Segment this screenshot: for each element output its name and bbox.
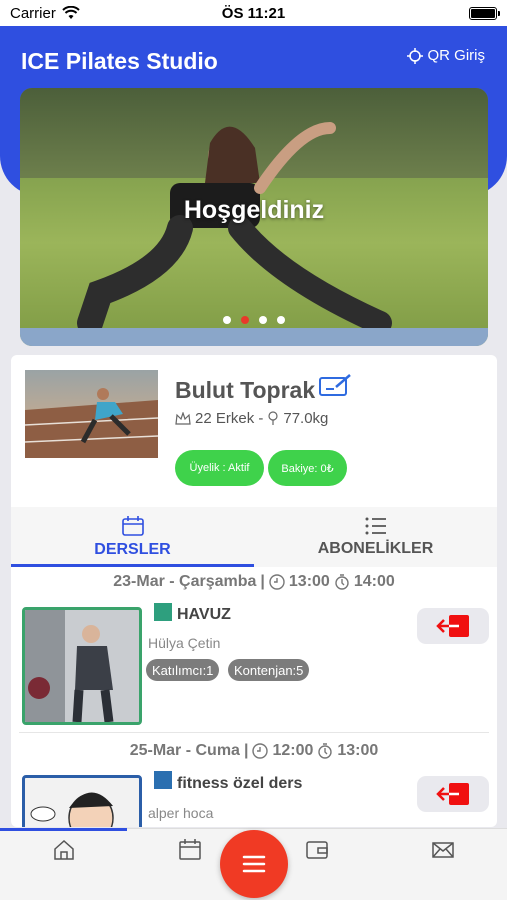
- lesson-date-row: 23-Mar - Çarşamba | 13:00 14:00: [113, 573, 395, 590]
- clock-icon: [252, 743, 269, 759]
- tab-bar: DERSLER ABONELİKLER: [11, 507, 497, 567]
- menu-fab-button[interactable]: [220, 830, 288, 898]
- participants-chip: Katılımcı:1: [146, 659, 220, 681]
- lesson-image[interactable]: [22, 775, 142, 827]
- lesson-color-indicator: [154, 603, 172, 621]
- mail-icon[interactable]: [431, 838, 455, 862]
- lesson-name: fitness özel ders: [177, 775, 303, 792]
- bottom-nav-active-indicator: [0, 828, 127, 831]
- lesson-date-row: 25-Mar - Cuma | 12:00 13:00: [129, 742, 379, 759]
- status-time: ÖS 11:21: [221, 4, 286, 22]
- active-tab-indicator: [11, 564, 254, 567]
- lesson-name: HAVUZ: [177, 606, 231, 623]
- carousel-dot[interactable]: [223, 316, 231, 324]
- profile-card: Bulut Toprak 22 Erkek - 77.0kg Üyelik : …: [11, 355, 497, 827]
- weight-icon: [268, 411, 278, 425]
- lesson-image[interactable]: [22, 607, 142, 725]
- wallet-icon[interactable]: [305, 838, 329, 862]
- tab-abonelikler[interactable]: ABONELİKLER: [254, 507, 497, 567]
- crown-icon: [175, 411, 191, 425]
- carousel-dots[interactable]: [20, 316, 488, 324]
- qr-login-button[interactable]: QR Giriş: [406, 47, 485, 64]
- calendar-icon[interactable]: [178, 838, 202, 862]
- teacher-name: Hülya Çetin: [148, 635, 221, 651]
- leave-lesson-button[interactable]: [417, 776, 489, 812]
- carousel-dot-active[interactable]: [241, 316, 249, 324]
- quota-chip: Kontenjan:5: [228, 659, 310, 681]
- separator: |: [243, 742, 249, 759]
- membership-badge: Üyelik : Aktif: [175, 450, 264, 486]
- carousel-dot[interactable]: [277, 316, 285, 324]
- user-details: 22 Erkek - 77.0kg: [175, 410, 328, 427]
- separator: |: [260, 573, 265, 590]
- leave-lesson-button[interactable]: [417, 608, 489, 644]
- balance-badge: Bakiye: 0₺: [268, 450, 347, 486]
- profile-photo[interactable]: [24, 370, 159, 458]
- lesson-color-indicator: [154, 771, 172, 789]
- edit-profile-icon[interactable]: [318, 372, 354, 398]
- battery-icon: [469, 6, 500, 20]
- timer-icon: [335, 574, 349, 590]
- exit-icon: [436, 615, 469, 637]
- app-title: ICE Pilates Studio: [21, 48, 218, 74]
- crosshair-icon: [406, 47, 423, 64]
- banner-caption: Hoşgeldiniz: [183, 196, 325, 224]
- timer-icon: [318, 743, 333, 759]
- clock-icon: [269, 574, 285, 590]
- exit-icon: [436, 783, 469, 805]
- status-bar: Carrier ÖS 11:21: [0, 0, 507, 26]
- tab-dersler[interactable]: DERSLER: [11, 507, 254, 567]
- home-icon[interactable]: [52, 838, 76, 862]
- calendar-icon: [121, 516, 144, 536]
- carousel-dot[interactable]: [259, 316, 267, 324]
- teacher-name: alper hoca: [148, 805, 214, 821]
- menu-icon: [242, 855, 266, 873]
- lesson-divider: [19, 732, 489, 733]
- welcome-banner[interactable]: Hoşgeldiniz: [20, 88, 488, 346]
- list-icon: [365, 517, 386, 535]
- user-name: Bulut Toprak: [175, 377, 316, 403]
